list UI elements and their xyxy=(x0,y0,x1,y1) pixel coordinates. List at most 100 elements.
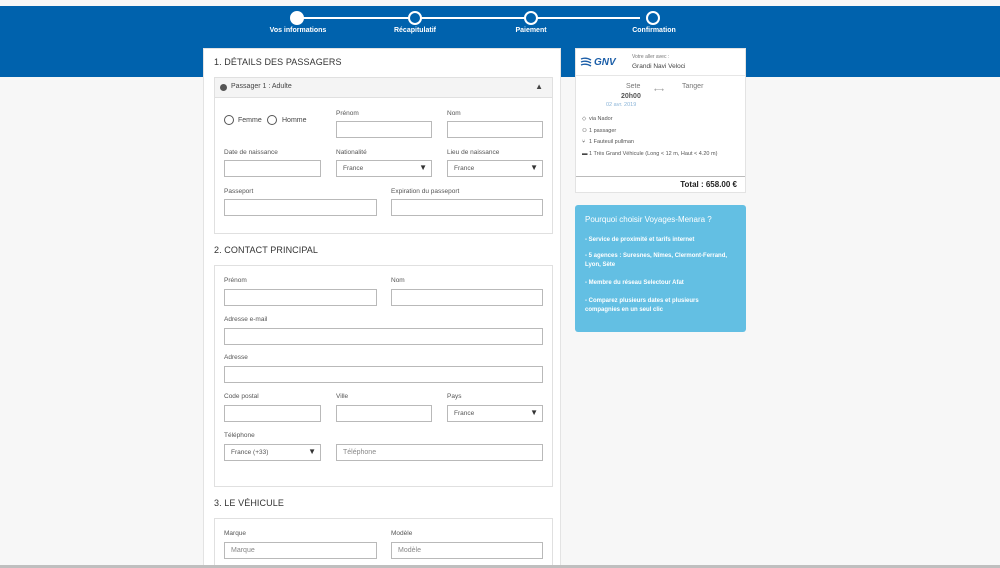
passenger-firstname-label: Prénom xyxy=(336,110,359,117)
brand-label: Marque xyxy=(224,530,247,537)
via-text: via Nador xyxy=(589,116,613,122)
passengers-section-title: 1. DÉTAILS DES PASSAGERS xyxy=(214,57,342,67)
location-icon: ◇ xyxy=(582,116,587,122)
why-item: - Service de proximité et tarifs interne… xyxy=(585,237,695,243)
outbound-label: Votre aller avec : xyxy=(632,54,670,60)
postal-code-input[interactable] xyxy=(224,405,321,422)
contact-lastname-label: Nom xyxy=(391,277,405,284)
address-input[interactable] xyxy=(224,366,543,383)
step-label-confirmation: Confirmation xyxy=(632,27,676,34)
model-label: Modèle xyxy=(391,530,413,537)
triangle-down-icon: ▼ xyxy=(419,163,427,172)
passenger-lastname-label: Nom xyxy=(447,110,461,117)
booking-form: 1. DÉTAILS DES PASSAGERS Passager 1 : Ad… xyxy=(203,48,561,568)
departure-port: Sete xyxy=(626,83,641,90)
why-item: - Comparez plusieurs dates et plusieurs … xyxy=(585,298,699,313)
total-row: Total : 658.00 € xyxy=(576,176,745,193)
city-input[interactable] xyxy=(336,405,432,422)
step-dot-2 xyxy=(408,11,422,25)
city-label: Ville xyxy=(336,393,349,400)
brand-placeholder: Marque xyxy=(231,547,255,554)
phone-input[interactable]: Téléphone xyxy=(336,444,543,461)
why-choose-panel: Pourquoi choisir Voyages-Menara ? - Serv… xyxy=(575,205,746,332)
postal-code-label: Code postal xyxy=(224,393,259,400)
passport-label: Passeport xyxy=(224,188,254,195)
model-placeholder: Modèle xyxy=(398,547,421,554)
contact-firstname-label: Prénom xyxy=(224,277,247,284)
total-price: Total : 658.00 € xyxy=(680,180,737,189)
vehicle-section-title: 3. LE VÉHICULE xyxy=(214,498,284,508)
contact-panel: Prénom Nom Adresse e-mail Adresse Code p… xyxy=(214,265,553,487)
country-value: France xyxy=(454,410,475,417)
why-item: - 5 agences : Suresnes, Nîmes, Clermont-… xyxy=(585,253,728,268)
arrival-port: Tanger xyxy=(682,83,704,90)
gender-male-label: Homme xyxy=(282,117,307,124)
gender-male-radio[interactable] xyxy=(267,115,277,125)
nationality-label: Nationalité xyxy=(336,149,367,156)
triangle-down-icon: ▼ xyxy=(308,447,316,456)
triangle-down-icon: ▼ xyxy=(530,408,538,417)
user-icon: ⚇ xyxy=(582,128,587,134)
birthdate-label: Date de naissance xyxy=(224,149,278,156)
passenger-firstname-input[interactable] xyxy=(336,121,432,138)
step-dot-3 xyxy=(524,11,538,25)
nationality-value: France xyxy=(343,165,364,172)
seat-row: ⑂ 1 Fauteuil pullman xyxy=(582,139,634,145)
triangle-down-icon: ▼ xyxy=(530,163,538,172)
phone-prefix-value: France (+33) xyxy=(231,449,269,456)
departure-time: 20h00 xyxy=(621,93,641,100)
gnv-logo: GNV xyxy=(594,57,616,68)
passenger-1-accordion-header[interactable]: Passager 1 : Adulte ▲ xyxy=(215,78,552,98)
why-item: - Membre du réseau Selectour Afat xyxy=(585,280,684,286)
gender-female-radio[interactable] xyxy=(224,115,234,125)
passport-expiry-label: Expiration du passeport xyxy=(391,188,460,195)
step-label-info[interactable]: Vos informations xyxy=(238,27,358,34)
chevron-up-icon[interactable]: ▲ xyxy=(535,82,543,91)
contact-firstname-input[interactable] xyxy=(224,289,377,306)
gnv-wave-icon xyxy=(580,57,592,67)
passenger-lastname-input[interactable] xyxy=(447,121,543,138)
birthplace-select[interactable]: France ▼ xyxy=(447,160,543,177)
departure-date: 02 avr. 2019 xyxy=(606,102,637,108)
passenger-1-panel: Passager 1 : Adulte ▲ Femme Homme Prénom… xyxy=(214,77,553,234)
brand-input[interactable]: Marque xyxy=(224,542,377,559)
seat-text: 1 Fauteuil pullman xyxy=(589,139,634,145)
car-icon: ▬ xyxy=(582,151,588,157)
email-label: Adresse e-mail xyxy=(224,316,268,323)
passport-input[interactable] xyxy=(224,199,377,216)
phone-prefix-select[interactable]: France (+33) ▼ xyxy=(224,444,321,461)
seat-icon: ⑂ xyxy=(582,139,586,145)
email-input[interactable] xyxy=(224,328,543,345)
birthdate-input[interactable] xyxy=(224,160,321,177)
contact-lastname-input[interactable] xyxy=(391,289,543,306)
vehicle-panel: Marque Marque Modèle Modèle xyxy=(214,518,553,568)
carrier-bar: GNV Votre aller avec : Grandi Navi Veloc… xyxy=(576,49,745,76)
company-name: Grandi Navi Veloci xyxy=(632,63,686,70)
vehicle-row: ▬ 1 Très Grand Véhicule (Long < 12 m, Hau… xyxy=(582,150,742,158)
step-dot-4 xyxy=(646,11,660,25)
passport-expiry-input[interactable] xyxy=(391,199,543,216)
vehicle-text: 1 Très Grand Véhicule (Long < 12 m, Haut… xyxy=(589,151,718,157)
gender-female-label: Femme xyxy=(238,117,262,124)
passenger-count: 1 passager xyxy=(589,128,617,134)
birthplace-value: France xyxy=(454,165,475,172)
trip-summary: GNV Votre aller avec : Grandi Navi Veloc… xyxy=(575,48,746,193)
country-select[interactable]: France ▼ xyxy=(447,405,543,422)
step-label-payment: Paiement xyxy=(515,27,547,34)
model-input[interactable]: Modèle xyxy=(391,542,543,559)
phone-placeholder: Téléphone xyxy=(343,449,377,456)
via-row: ◇ via Nador xyxy=(582,116,613,122)
contact-section-title: 2. CONTACT PRINCIPAL xyxy=(214,245,319,255)
country-label: Pays xyxy=(447,393,462,400)
passenger-1-label: Passager 1 : Adulte xyxy=(231,83,292,90)
why-title: Pourquoi choisir Voyages-Menara ? xyxy=(585,215,712,224)
step-label-recap: Récapitulatif xyxy=(393,27,436,34)
passengers-row: ⚇ 1 passager xyxy=(582,128,616,134)
address-label: Adresse xyxy=(224,354,248,361)
phone-label: Téléphone xyxy=(224,432,255,439)
step-dot-1[interactable] xyxy=(290,11,304,25)
birthplace-label: Lieu de naissance xyxy=(447,149,500,156)
user-circle-icon xyxy=(220,84,227,91)
progress-line xyxy=(297,17,640,19)
nationality-select[interactable]: France ▼ xyxy=(336,160,432,177)
